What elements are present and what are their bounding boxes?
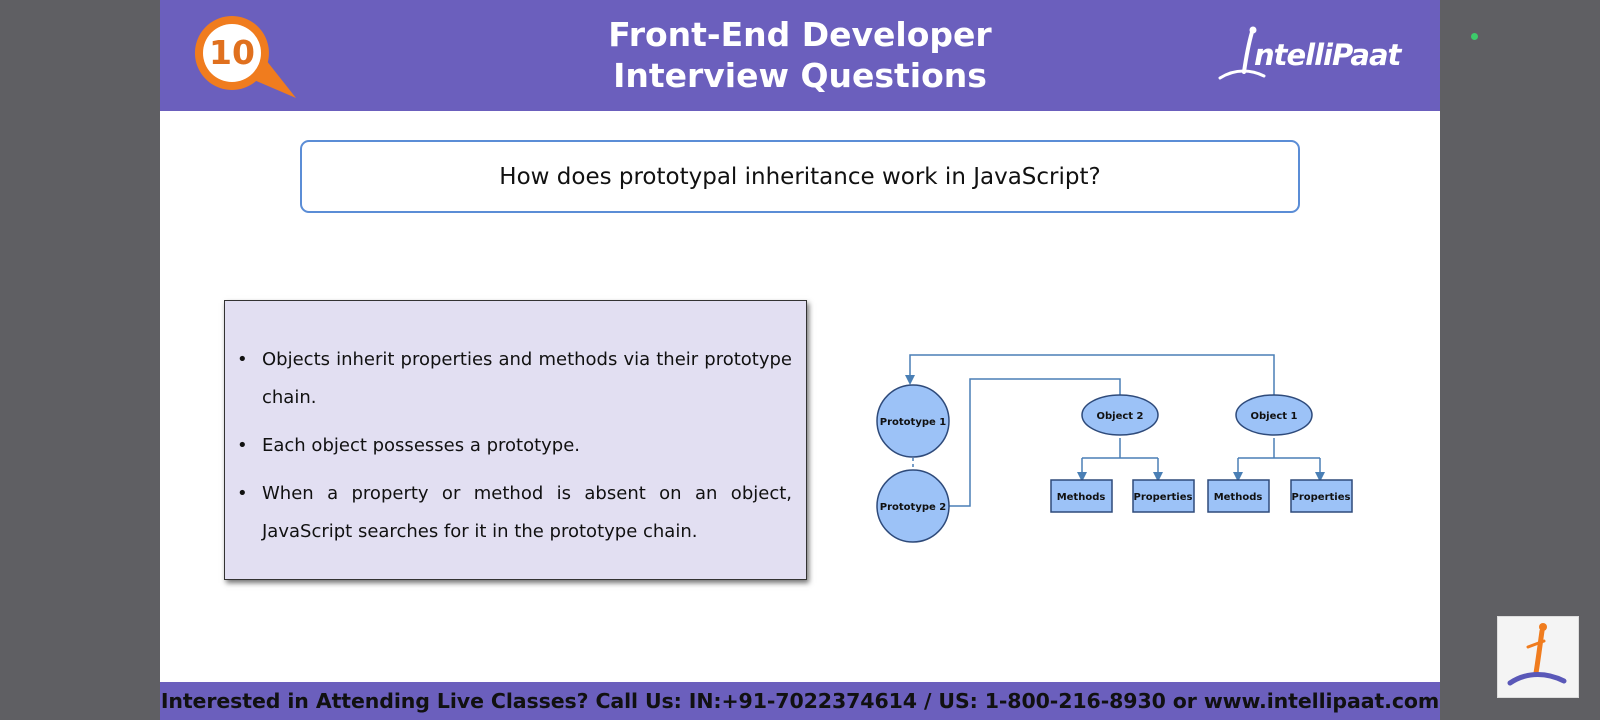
- slide-title: Front-End Developer Interview Questions: [490, 14, 1110, 96]
- question-number-badge: 10: [194, 14, 296, 98]
- slide: 10 Front-End Developer Interview Questio…: [160, 0, 1440, 720]
- question-box: How does prototypal inheritance work in …: [300, 140, 1300, 213]
- intellipaat-logo: ntelliPaat: [1218, 26, 1401, 88]
- svg-text:Methods: Methods: [1214, 492, 1263, 503]
- bullet-dot-icon: •: [237, 349, 248, 370]
- question-text: How does prototypal inheritance work in …: [499, 163, 1101, 190]
- bullet-list-box: • Objects inherit properties and methods …: [224, 300, 807, 580]
- bullet-item: • When a property or method is absent on …: [237, 475, 792, 551]
- bullet-item: • Each object possesses a prototype.: [237, 427, 792, 465]
- slide-header: 10 Front-End Developer Interview Questio…: [160, 0, 1440, 111]
- title-line-2: Interview Questions: [613, 56, 987, 95]
- svg-text:Prototype 2: Prototype 2: [880, 502, 947, 513]
- bullet-item: • Objects inherit properties and methods …: [237, 341, 792, 417]
- node-object2-properties: Properties: [1132, 479, 1195, 513]
- corner-logo-figure-icon: [1507, 623, 1567, 686]
- svg-text:Methods: Methods: [1057, 492, 1106, 503]
- node-object1-methods: Methods: [1207, 479, 1270, 513]
- node-object1-properties: Properties: [1290, 479, 1353, 513]
- svg-text:Properties: Properties: [1134, 492, 1193, 503]
- node-object-2: Object 2: [1081, 394, 1159, 436]
- svg-text:Properties: Properties: [1292, 492, 1351, 503]
- svg-text:Object 1: Object 1: [1250, 411, 1297, 422]
- svg-text:Object 2: Object 2: [1096, 411, 1143, 422]
- bullet-dot-icon: •: [237, 483, 248, 504]
- intellipaat-corner-logo[interactable]: [1497, 616, 1579, 698]
- node-prototype-2: Prototype 2: [876, 469, 950, 543]
- bullet-list: • Objects inherit properties and methods …: [225, 301, 806, 551]
- node-object-1: Object 1: [1235, 394, 1313, 436]
- footer-contact-text: Interested in Attending Live Classes? Ca…: [160, 689, 1440, 713]
- badge-number: 10: [209, 32, 255, 72]
- node-object2-methods: Methods: [1050, 479, 1113, 513]
- node-prototype-1: Prototype 1: [876, 384, 950, 458]
- bullet-dot-icon: •: [237, 435, 248, 456]
- slide-footer: Interested in Attending Live Classes? Ca…: [160, 682, 1440, 720]
- prototype-chain-diagram: Prototype 1 Prototype 2 Object 2 Object …: [876, 354, 1353, 543]
- svg-text:Prototype 1: Prototype 1: [880, 417, 947, 428]
- title-line-1: Front-End Developer: [608, 15, 992, 54]
- recording-indicator-icon: [1471, 33, 1478, 40]
- logo-text: ntelliPaat: [1254, 38, 1401, 72]
